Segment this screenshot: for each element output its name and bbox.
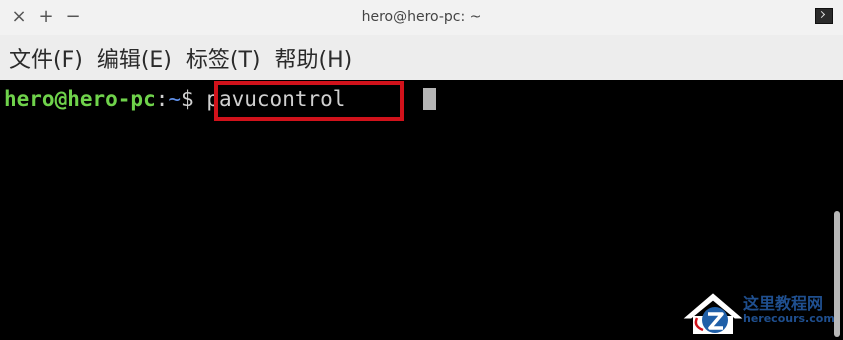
prompt-path: ~ <box>168 87 182 111</box>
command-highlight-box <box>214 81 404 121</box>
menu-bar: 文件(F) 编辑(E) 标签(T) 帮助(H) <box>0 37 843 79</box>
title-bar: × + − hero@hero-pc: ~ <box>0 0 843 35</box>
terminal-icon[interactable] <box>815 8 833 24</box>
prompt-symbol: $ <box>181 87 194 111</box>
watermark-url: herecours.com <box>743 312 835 325</box>
watermark-title: 这里教程网 <box>743 294 824 313</box>
menu-edit[interactable]: 编辑(E) <box>92 42 177 74</box>
watermark-logo-icon <box>683 293 743 334</box>
watermark: 这里教程网 herecours.com <box>643 280 843 340</box>
menu-help[interactable]: 帮助(H) <box>270 42 358 74</box>
text-cursor <box>423 88 436 110</box>
prompt-colon: : <box>155 87 169 111</box>
menu-file[interactable]: 文件(F) <box>4 42 88 74</box>
prompt-user-host: hero@hero-pc <box>4 87 156 111</box>
terminal-window: × + − hero@hero-pc: ~ 文件(F) 编辑(E) 标签(T) … <box>0 0 843 340</box>
window-title: hero@hero-pc: ~ <box>361 9 482 25</box>
menu-tabs[interactable]: 标签(T) <box>181 42 266 74</box>
